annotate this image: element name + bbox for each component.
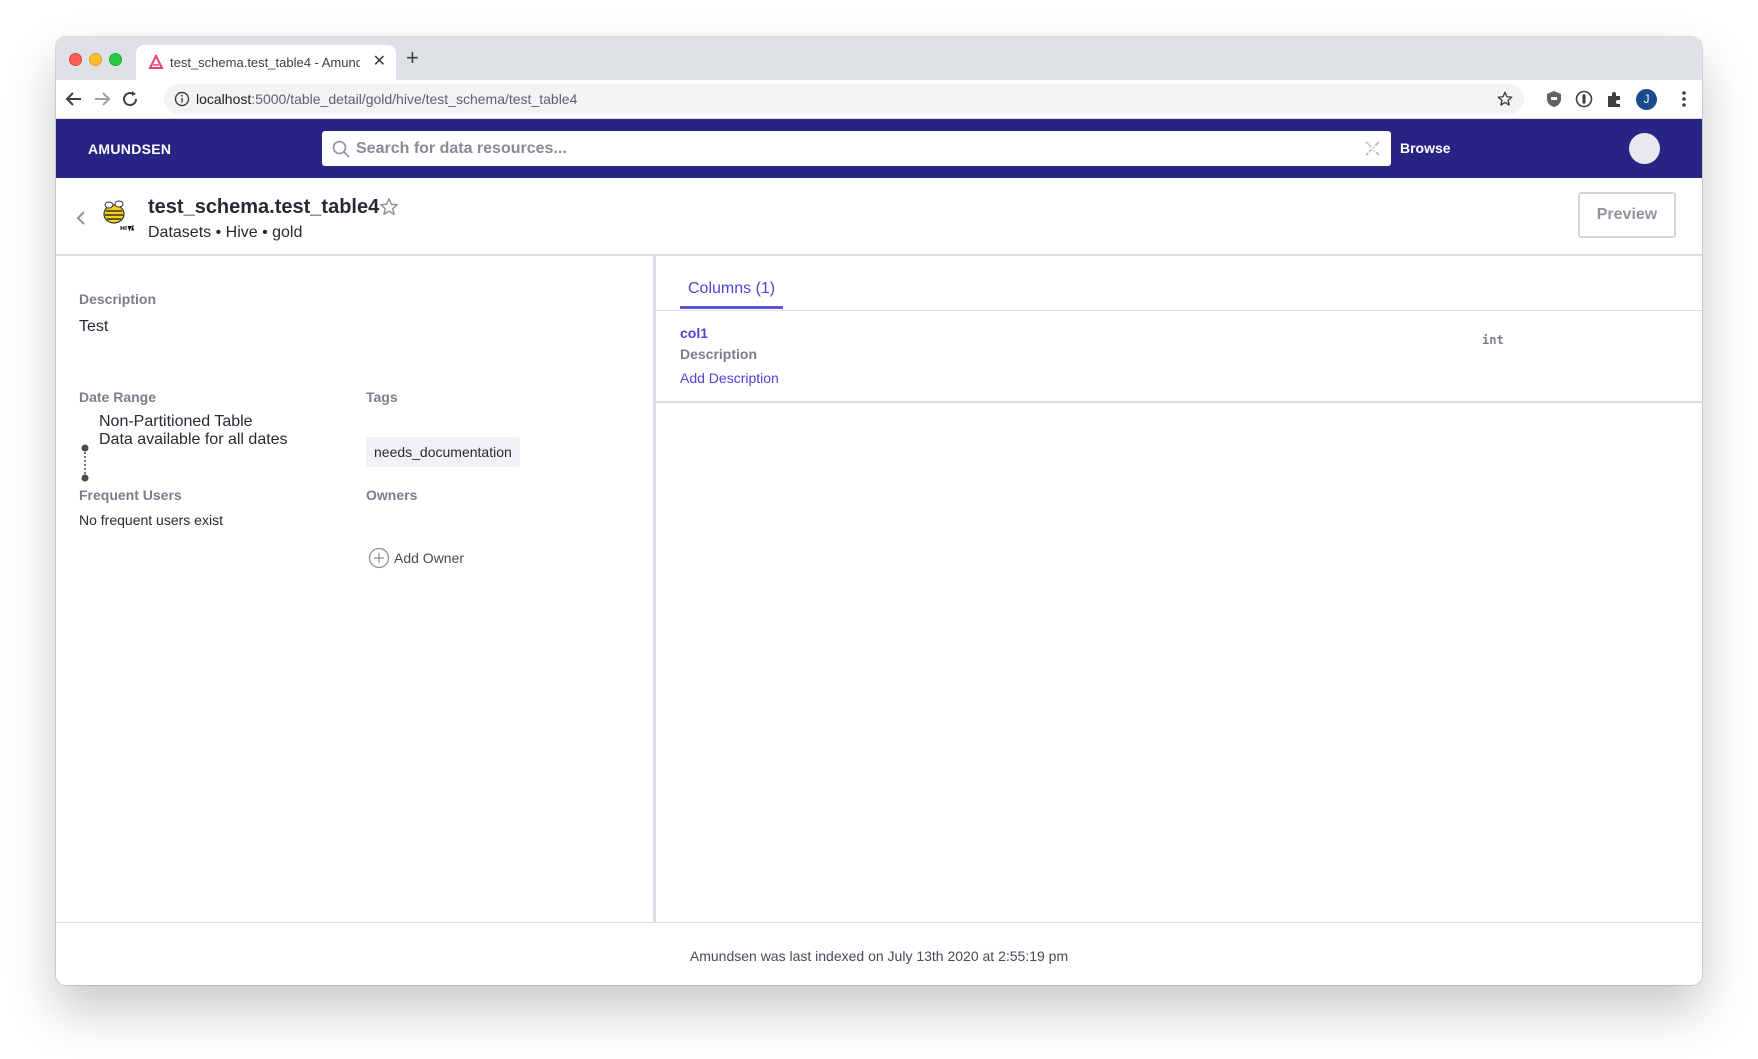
chevron-left-icon[interactable]	[74, 210, 88, 226]
column-row[interactable]: col1 Description Add Description int	[656, 311, 1702, 403]
last-indexed-text: Amundsen was last indexed on July 13th 2…	[689, 948, 1069, 964]
description-value[interactable]: Test	[79, 318, 108, 336]
site-info-icon[interactable]	[174, 91, 190, 107]
plus-circle-icon[interactable]	[368, 547, 390, 569]
url-text: localhost:5000/table_detail/gold/hive/te…	[196, 91, 578, 107]
browser-toolbar: localhost:5000/table_detail/gold/hive/te…	[56, 80, 1702, 119]
bookmark-star-icon[interactable]	[378, 196, 400, 218]
frequent-users-value: No frequent users exist	[79, 512, 223, 528]
search-input[interactable]	[356, 131, 1336, 166]
add-description-link[interactable]: Add Description	[680, 370, 779, 386]
column-name[interactable]: col1	[680, 325, 708, 341]
user-avatar[interactable]	[1629, 133, 1660, 164]
browser-window: test_schema.test_table4 - Amundsen ✕ + l…	[56, 37, 1702, 985]
table-metadata-panel: Description Test Date Range Non-Partitio…	[56, 256, 656, 922]
footer: Amundsen was last indexed on July 13th 2…	[56, 922, 1702, 985]
resource-breadcrumb: Datasets • Hive • gold	[148, 224, 303, 241]
tab-columns[interactable]: Columns (1)	[680, 280, 784, 309]
top-navbar: AMUNDSEN Announcements Browse	[56, 119, 1702, 178]
table-detail-header: test_schema.test_table4 Datasets • Hive …	[56, 178, 1702, 256]
column-description-label: Description	[680, 346, 758, 362]
amundsen-logo[interactable]: AMUNDSEN	[88, 141, 171, 157]
owners-label: Owners	[366, 487, 418, 503]
frequent-users-label: Frequent Users	[79, 487, 182, 503]
reload-icon[interactable]	[118, 87, 142, 111]
tab-strip: test_schema.test_table4 - Amundsen ✕ +	[56, 37, 1702, 80]
date-range-availability: Data available for all dates	[99, 431, 288, 448]
column-type: int	[1482, 333, 1504, 347]
puzzle-extensions-icon[interactable]	[1604, 89, 1624, 109]
date-range-partition: Non-Partitioned Table	[99, 413, 253, 430]
tags-label: Tags	[366, 389, 398, 405]
maximize-window-button[interactable]	[109, 53, 122, 66]
new-tab-button[interactable]: +	[406, 47, 419, 69]
back-arrow-icon[interactable]	[62, 87, 86, 111]
hive-database-icon	[103, 200, 134, 232]
bookmark-star-icon[interactable]	[1496, 90, 1514, 108]
page-title: test_schema.test_table4	[148, 196, 380, 218]
password-extension-icon[interactable]	[1574, 89, 1594, 109]
nav-browse-link[interactable]: Browse	[1400, 140, 1451, 156]
description-label: Description	[79, 291, 157, 307]
date-range-timeline-icon	[81, 444, 89, 482]
tag-chip[interactable]: needs_documentation	[366, 437, 520, 467]
amundsen-favicon-icon	[148, 54, 164, 69]
add-owner-button[interactable]: Add Owner	[394, 550, 464, 566]
close-window-button[interactable]	[69, 53, 82, 66]
address-bar[interactable]: localhost:5000/table_detail/gold/hive/te…	[164, 84, 1524, 114]
forward-arrow-icon[interactable]	[90, 87, 114, 111]
preview-button[interactable]: Preview	[1578, 192, 1676, 238]
date-range-label: Date Range	[79, 389, 157, 405]
tab-title: test_schema.test_table4 - Amundsen	[170, 55, 360, 70]
search-icon	[332, 140, 350, 158]
columns-panel: Columns (1) col1 Description Add Descrip…	[656, 256, 1702, 922]
search-bar	[322, 131, 1391, 166]
amundsen-app: AMUNDSEN Announcements Browse	[56, 119, 1702, 985]
browser-menu-icon[interactable]	[1676, 88, 1692, 110]
browser-tab-active[interactable]: test_schema.test_table4 - Amundsen ✕	[136, 45, 396, 80]
profile-avatar[interactable]: J	[1636, 89, 1657, 110]
minimize-window-button[interactable]	[89, 53, 102, 66]
shield-extension-icon[interactable]	[1544, 89, 1564, 109]
nav-announcements-link[interactable]: Announcements	[1268, 140, 1378, 156]
tab-close-icon[interactable]: ✕	[373, 52, 386, 72]
